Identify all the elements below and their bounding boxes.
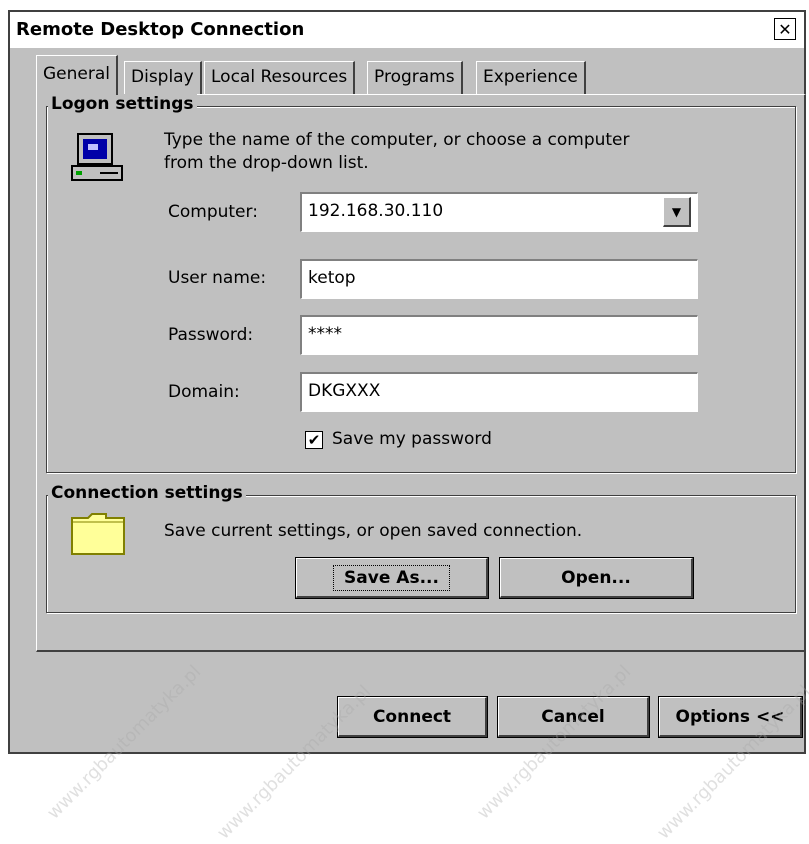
computer-combobox[interactable]: 192.168.30.110	[300, 192, 698, 232]
computer-value: 192.168.30.110	[308, 201, 444, 221]
computer-icon	[71, 133, 123, 181]
password-label: Password:	[168, 325, 254, 345]
tab-local-resources[interactable]: Local Resources	[204, 61, 356, 94]
options-label: Options <<	[675, 706, 785, 727]
logon-description-line2: from the drop-down list.	[164, 153, 369, 173]
connect-label: Connect	[372, 706, 452, 727]
tab-programs-label: Programs	[374, 67, 455, 87]
close-icon: ✕	[778, 19, 792, 39]
tab-experience-label: Experience	[483, 67, 578, 87]
username-input[interactable]: ketop	[300, 259, 698, 299]
watermark: www.rgbautomatyka.pl	[43, 661, 206, 824]
open-label: Open...	[561, 567, 631, 588]
cancel-label: Cancel	[541, 706, 605, 727]
tab-programs[interactable]: Programs	[367, 61, 463, 94]
password-value: ****	[308, 324, 342, 344]
username-value: ketop	[308, 268, 356, 288]
rdc-window: Remote Desktop Connection ✕ General Disp…	[8, 10, 809, 844]
tab-general[interactable]: General	[36, 55, 118, 95]
watermark: www.rgbautomatyka.pl	[473, 661, 636, 824]
computer-dropdown-button[interactable]: ▼	[663, 197, 691, 227]
domain-label: Domain:	[168, 382, 240, 402]
open-button[interactable]: Open...	[500, 558, 693, 598]
tab-display[interactable]: Display	[124, 61, 202, 94]
username-label: User name:	[168, 268, 267, 288]
options-button[interactable]: Options <<	[659, 697, 802, 737]
domain-value: DKGXXX	[308, 381, 381, 401]
title-bar[interactable]: Remote Desktop Connection ✕	[10, 12, 804, 48]
tab-local-resources-label: Local Resources	[211, 67, 348, 87]
tab-experience[interactable]: Experience	[476, 61, 586, 94]
domain-input[interactable]: DKGXXX	[300, 372, 698, 412]
folder-icon	[71, 513, 125, 555]
save-as-label: Save As...	[333, 564, 450, 591]
computer-label: Computer:	[168, 202, 258, 222]
tab-general-label: General	[43, 64, 110, 84]
connect-button[interactable]: Connect	[338, 697, 487, 737]
logon-description-line1: Type the name of the computer, or choose…	[164, 130, 630, 150]
save-password-checkbox[interactable]: ✔	[305, 431, 323, 449]
tab-display-label: Display	[131, 67, 194, 87]
close-button[interactable]: ✕	[774, 18, 796, 40]
save-password-label[interactable]: Save my password	[332, 429, 492, 449]
connection-settings-legend: Connection settings	[48, 483, 246, 503]
chevron-down-icon: ▼	[671, 204, 682, 219]
checkmark-icon: ✔	[307, 430, 321, 449]
logon-settings-legend: Logon settings	[48, 94, 197, 114]
save-as-button[interactable]: Save As...	[296, 558, 488, 598]
password-input[interactable]: ****	[300, 315, 698, 355]
connection-description: Save current settings, or open saved con…	[164, 521, 583, 541]
cancel-button[interactable]: Cancel	[498, 697, 649, 737]
window-title: Remote Desktop Connection	[16, 19, 305, 40]
